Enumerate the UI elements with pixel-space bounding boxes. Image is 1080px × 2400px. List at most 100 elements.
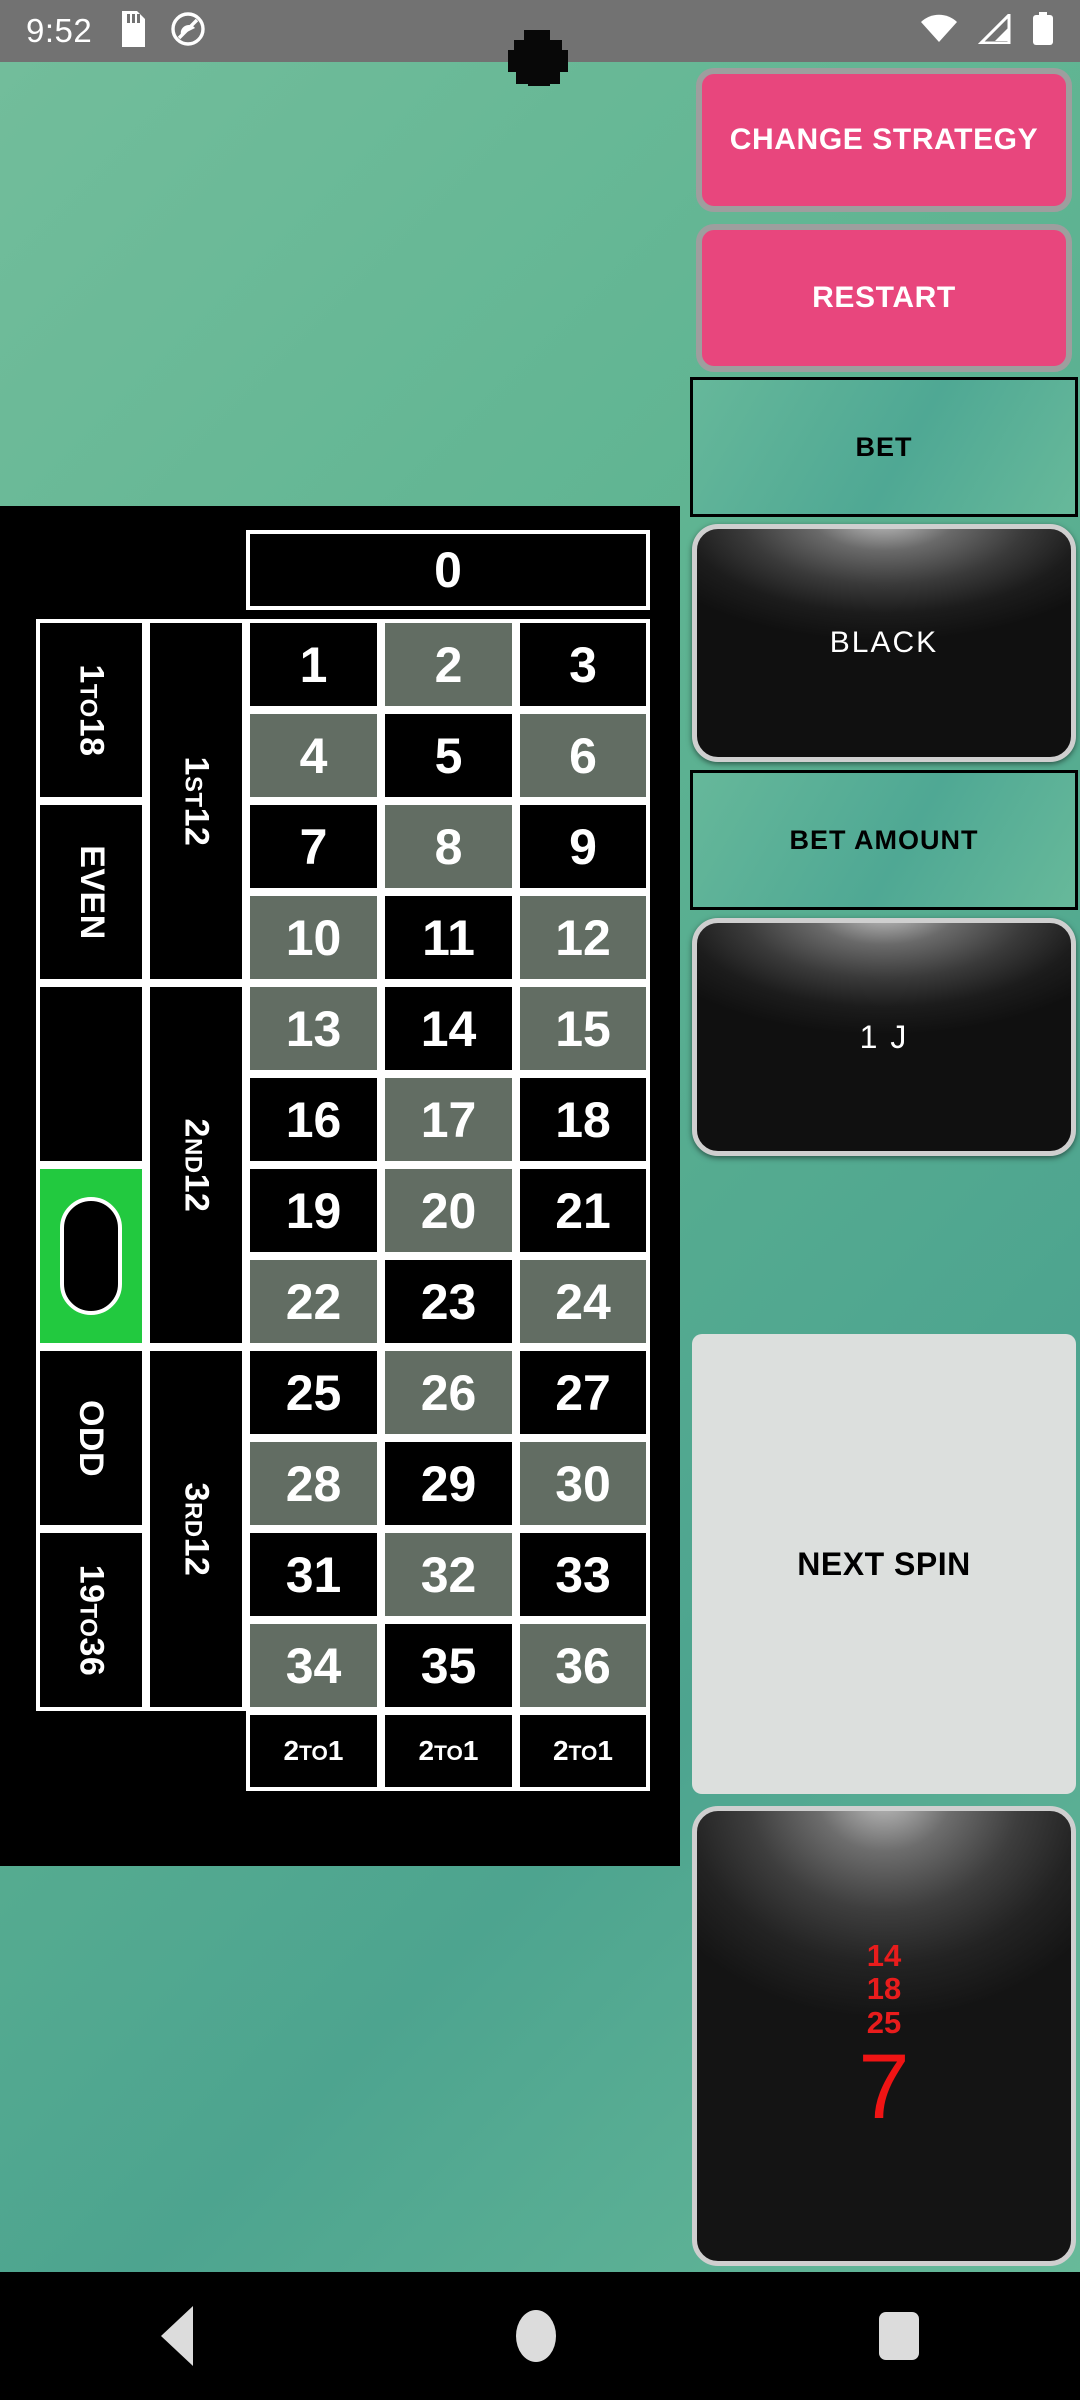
bet-section-label: BET [690,377,1078,517]
bet-cell-number-2[interactable]: 2 [381,619,516,710]
sd-card-icon [118,10,148,52]
number-label: 6 [569,727,597,784]
bet-cell-number-23[interactable]: 23 [381,1256,516,1347]
bet-cell-3rd12[interactable]: 3RD12 [146,1347,246,1711]
bet-cell-19to36[interactable]: 19TO36 [36,1529,146,1711]
history-item: 25 [866,2004,902,2040]
restart-button[interactable]: RESTART [696,224,1072,372]
bet-cell-number-27[interactable]: 27 [516,1347,650,1438]
number-label: 27 [555,1364,611,1421]
bet-cell-number-7[interactable]: 7 [246,801,381,892]
bet-cell-number-34[interactable]: 34 [246,1620,381,1711]
bet-cell-number-24[interactable]: 24 [516,1256,650,1347]
bet-cell-number-10[interactable]: 10 [246,892,381,983]
bet-cell-1st12[interactable]: 1ST12 [146,619,246,983]
bet-cell-3rd12-label: 3RD12 [177,1482,216,1576]
bet-label-text: BET [855,431,913,462]
bet-cell-2nd12[interactable]: 2ND12 [146,983,246,1347]
bet-cell-column-1[interactable]: 2TO1 [246,1711,381,1791]
bet-cell-number-17[interactable]: 17 [381,1074,516,1165]
bet-cell-1to18[interactable]: 1TO18 [36,619,146,801]
bet-cell-number-16[interactable]: 16 [246,1074,381,1165]
bet-cell-number-3[interactable]: 3 [516,619,650,710]
app-screen: 9:52 0 1TO18 EVEN ODD 19TO36 1ST12 2ND12… [0,0,1080,2400]
number-label: 15 [555,1000,611,1057]
number-label: 18 [555,1091,611,1148]
number-label: 21 [555,1182,611,1239]
bet-cell-number-36[interactable]: 36 [516,1620,650,1711]
bet-cell-odd[interactable]: ODD [36,1347,146,1529]
number-label: 36 [555,1637,611,1694]
number-label: 4 [299,727,328,784]
bet-amount-value: 1 J [859,1018,909,1055]
number-label: 30 [555,1455,611,1512]
bet-cell-number-15[interactable]: 15 [516,983,650,1074]
number-label: 11 [422,909,475,966]
black-color-marker-icon [60,1197,122,1315]
spin-history-list: 14 18 25 7 [858,1938,909,2133]
number-label: 29 [420,1455,477,1512]
number-label: 23 [420,1273,477,1330]
bet-amount-section-label: BET AMOUNT [690,770,1078,910]
bet-cell-number-26[interactable]: 26 [381,1347,516,1438]
bet-cell-number-8[interactable]: 8 [381,801,516,892]
bet-cell-number-1[interactable]: 1 [246,619,381,710]
next-spin-label: NEXT SPIN [797,1545,971,1582]
bet-cell-black-selected[interactable] [36,1165,146,1347]
number-label: 12 [555,909,611,966]
bet-cell-1to18-label: 1TO18 [72,663,111,757]
bet-cell-number-35[interactable]: 35 [381,1620,516,1711]
android-navigation-bar [0,2272,1080,2400]
bet-cell-red[interactable] [36,983,146,1165]
bet-cell-even[interactable]: EVEN [36,801,146,983]
roulette-betting-table[interactable]: 0 1TO18 EVEN ODD 19TO36 1ST12 2ND12 3RD1… [0,506,680,1866]
bet-cell-19to36-label: 19TO36 [72,1564,111,1676]
number-label: 19 [285,1182,342,1239]
bet-cell-number-12[interactable]: 12 [516,892,650,983]
bet-cell-column-2-label: 2TO1 [418,1735,479,1766]
number-label: 34 [285,1637,342,1694]
bet-cell-number-22[interactable]: 22 [246,1256,381,1347]
bet-cell-number-11[interactable]: 11 [381,892,516,983]
number-label: 5 [434,727,463,784]
bet-cell-number-18[interactable]: 18 [516,1074,650,1165]
bet-cell-number-30[interactable]: 30 [516,1438,650,1529]
bet-cell-number-19[interactable]: 19 [246,1165,381,1256]
bet-cell-number-9[interactable]: 9 [516,801,650,892]
bet-cell-number-13[interactable]: 13 [246,983,381,1074]
bet-selection-value: BLACK [829,626,939,659]
bet-amount-button[interactable]: 1 J [692,918,1076,1156]
bet-cell-column-3[interactable]: 2TO1 [516,1711,650,1791]
bet-amount-label-text: BET AMOUNT [789,824,979,855]
bet-cell-number-14[interactable]: 14 [381,983,516,1074]
bet-cell-number-32[interactable]: 32 [381,1529,516,1620]
bet-cell-number-5[interactable]: 5 [381,710,516,801]
number-label: 3 [569,636,597,693]
touch-pointer-indicator [506,30,572,86]
battery-icon [1032,11,1054,51]
bet-cell-number-28[interactable]: 28 [246,1438,381,1529]
bet-cell-number-25[interactable]: 25 [246,1347,381,1438]
bet-cell-number-4[interactable]: 4 [246,710,381,801]
number-label: 20 [420,1182,477,1239]
home-icon[interactable] [515,2310,556,2362]
bet-cell-number-31[interactable]: 31 [246,1529,381,1620]
bet-cell-number-20[interactable]: 20 [381,1165,516,1256]
bet-cell-2nd12-label: 2ND12 [177,1118,216,1212]
bet-cell-number-33[interactable]: 33 [516,1529,650,1620]
number-label: 14 [420,1000,477,1057]
bet-cell-number-21[interactable]: 21 [516,1165,650,1256]
change-strategy-button[interactable]: CHANGE STRATEGY [696,68,1072,212]
bet-cell-number-6[interactable]: 6 [516,710,650,801]
bet-cell-column-2[interactable]: 2TO1 [381,1711,516,1791]
spin-history-panel[interactable]: 14 18 25 7 [692,1806,1076,2266]
next-spin-button[interactable]: NEXT SPIN [692,1334,1076,1794]
recents-icon[interactable] [878,2312,919,2360]
bet-cell-1st12-label: 1ST12 [177,756,216,846]
bet-cell-number-29[interactable]: 29 [381,1438,516,1529]
number-label: 22 [285,1273,342,1330]
number-label: 1 [299,636,328,693]
bet-selection-button[interactable]: BLACK [692,524,1076,762]
bet-cell-zero[interactable]: 0 [246,530,650,610]
back-icon[interactable] [161,2306,194,2366]
